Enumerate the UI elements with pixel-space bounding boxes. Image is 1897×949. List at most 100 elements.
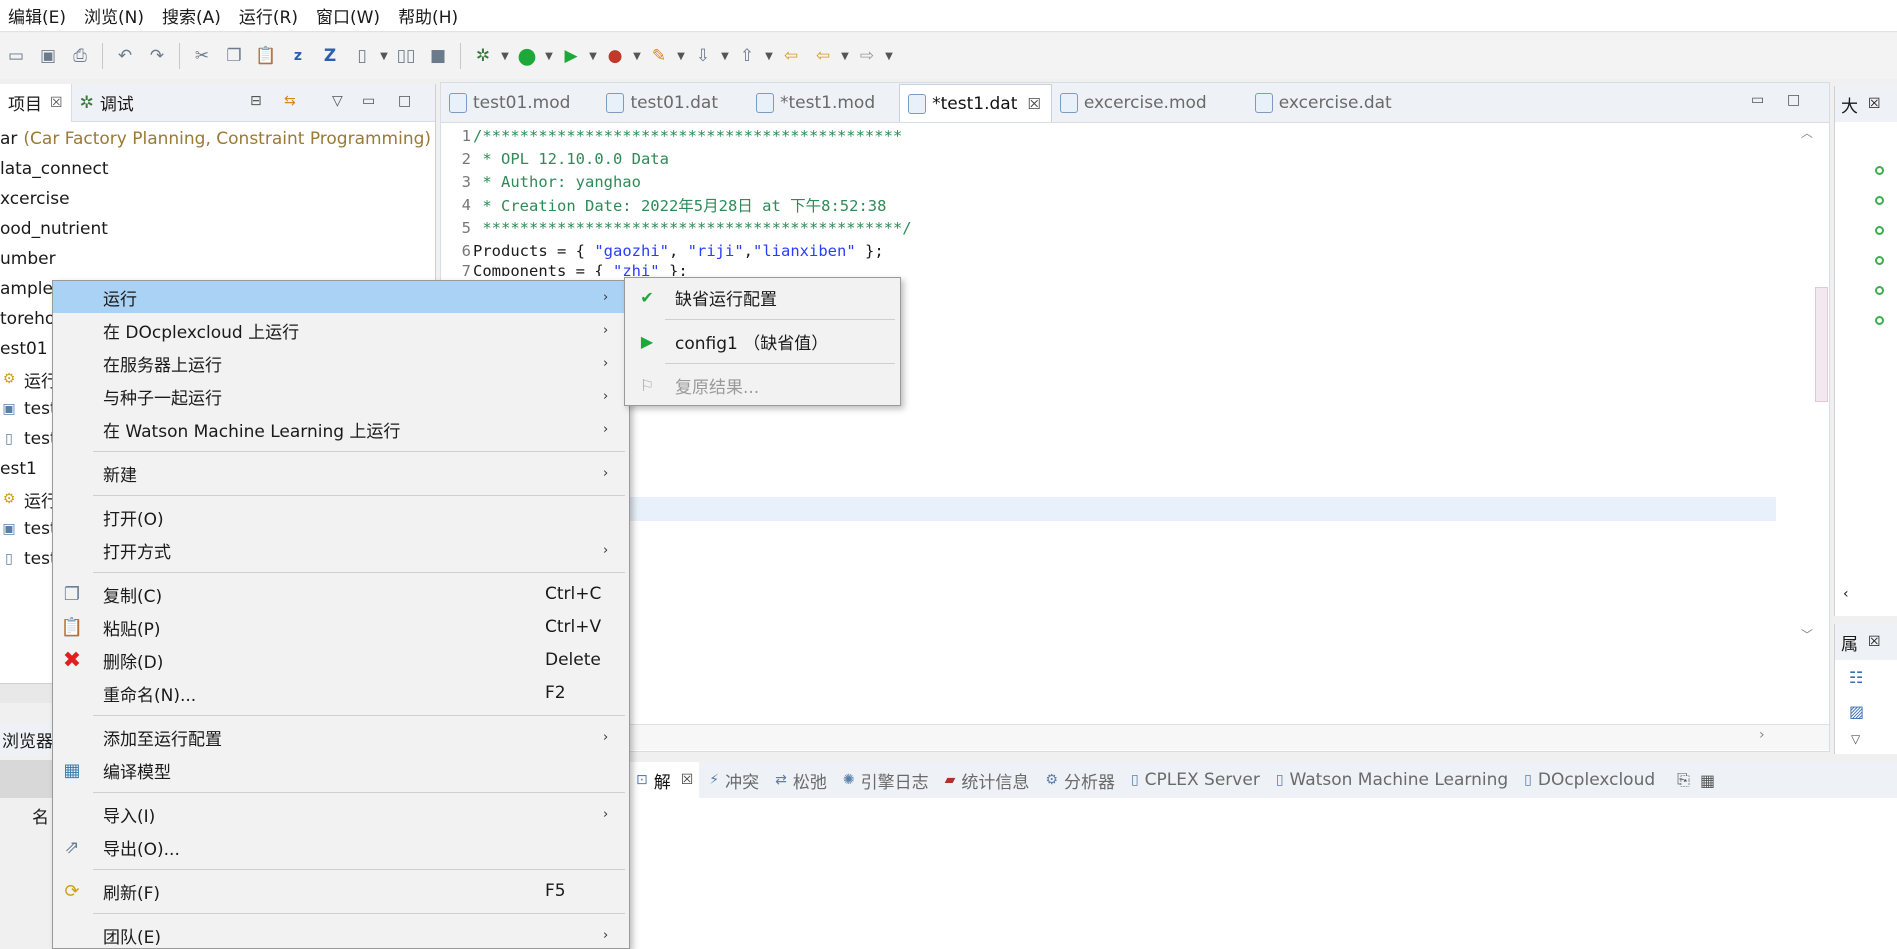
tab-projects[interactable]: 项目 ☒ xyxy=(0,83,72,122)
chevron-down-icon[interactable]: ▼ xyxy=(839,51,851,62)
tab-test01-mod[interactable]: test01.mod xyxy=(441,84,580,122)
menu-search[interactable]: 搜索(A) xyxy=(153,3,230,28)
outline-panel-title[interactable]: 大 ☒ xyxy=(1835,86,1897,122)
tab-test1-mod[interactable]: *test1.mod xyxy=(748,84,885,122)
close-icon[interactable]: ☒ xyxy=(1868,634,1881,650)
tree-item[interactable]: lata_connect xyxy=(0,154,435,184)
chevron-down-icon[interactable]: ▼ xyxy=(587,51,599,62)
redo-icon[interactable]: ↷ xyxy=(145,44,169,68)
menu-item-refresh[interactable]: ⟳ 刷新(F) F5 xyxy=(53,875,629,907)
properties-panel-title[interactable]: 属 ☒ xyxy=(1835,624,1897,660)
submenu-item-restore-results[interactable]: ⚐ 复原结果... xyxy=(625,369,900,401)
undo-icon[interactable]: ↶ xyxy=(113,44,137,68)
minimize-icon[interactable]: ▭ xyxy=(362,93,375,109)
menu-item-import[interactable]: 导入(I) › xyxy=(53,798,629,830)
save-all-icon[interactable]: ▣ xyxy=(36,44,60,68)
menu-item-compile-model[interactable]: ▦ 编译模型 xyxy=(53,754,629,786)
scroll-up-icon[interactable]: ︿ xyxy=(1801,124,1813,141)
split-icon[interactable]: ▯▯ xyxy=(394,44,418,68)
tab-engine-log[interactable]: ✺ 引擎日志 xyxy=(833,762,935,798)
outline-item-icon[interactable] xyxy=(1875,226,1884,235)
chevron-down-icon[interactable]: ▼ xyxy=(499,51,511,62)
pin-icon[interactable]: ▨ xyxy=(1849,702,1864,721)
outline-item-icon[interactable] xyxy=(1875,316,1884,325)
stop-icon[interactable]: ■ xyxy=(426,44,450,68)
tab-watson-ml[interactable]: ▯ Watson Machine Learning xyxy=(1266,762,1514,798)
tab-debug[interactable]: ✲ 调试 xyxy=(72,84,142,122)
categories-icon[interactable]: ☷ xyxy=(1849,668,1863,687)
print-icon[interactable]: ⎙ xyxy=(68,44,92,68)
menu-item-run[interactable]: 运行 › xyxy=(53,281,629,313)
browser-panel-title[interactable]: 浏览器 xyxy=(0,723,60,755)
chevron-down-icon[interactable]: ▼ xyxy=(763,51,775,62)
close-icon[interactable]: ☒ xyxy=(1868,96,1881,112)
copy-icon[interactable]: ❐ xyxy=(222,44,246,68)
last-edit-icon[interactable]: ⇦ xyxy=(779,44,803,68)
chevron-down-icon[interactable]: ▼ xyxy=(675,51,687,62)
tab-excercise-dat[interactable]: excercise.dat xyxy=(1247,84,1402,122)
next-annotation-icon[interactable]: ⇩ xyxy=(691,44,715,68)
outline-item-icon[interactable] xyxy=(1875,196,1884,205)
back-icon[interactable]: ⇦ xyxy=(811,44,835,68)
menu-item-copy[interactable]: ❐ 复制(C) Ctrl+C xyxy=(53,578,629,610)
chevron-down-icon[interactable]: ▼ xyxy=(883,51,895,62)
close-icon[interactable]: ☒ xyxy=(681,772,694,788)
close-icon[interactable]: ☒ xyxy=(1027,95,1040,113)
tab-relaxations[interactable]: ⇄ 松弛 xyxy=(765,762,833,798)
outline-item-icon[interactable] xyxy=(1875,166,1884,175)
link-editor-icon[interactable]: ⇆ xyxy=(284,93,296,109)
horizontal-scrollbar[interactable]: › xyxy=(441,724,1829,750)
menu-item-add-run-config[interactable]: 添加至运行配置 › xyxy=(53,721,629,753)
save-icon[interactable]: ▭ xyxy=(4,44,28,68)
external-tools-icon[interactable]: ● xyxy=(603,44,627,68)
layout-icon[interactable]: ▦ xyxy=(1700,771,1715,790)
menu-item-open-with[interactable]: 打开方式 › xyxy=(53,534,629,566)
code-area[interactable]: 1/**************************************… xyxy=(441,124,1781,704)
tree-item[interactable]: ood_nutrient xyxy=(0,214,435,244)
tree-item[interactable]: ar (Car Factory Planning, Constraint Pro… xyxy=(0,124,435,154)
forward-icon[interactable]: ⇨ xyxy=(855,44,879,68)
menu-item-run-docplexcloud[interactable]: 在 DOcplexcloud 上运行 › xyxy=(53,314,629,346)
tab-docplexcloud[interactable]: ▯ DOcplexcloud xyxy=(1514,762,1661,798)
paste-icon[interactable]: 📋 xyxy=(254,44,278,68)
menu-navigate[interactable]: 浏览(N) xyxy=(75,3,153,28)
menu-item-new[interactable]: 新建 › xyxy=(53,457,629,489)
wand-icon[interactable]: ✎ xyxy=(647,44,671,68)
outline-item-icon[interactable] xyxy=(1875,256,1884,265)
new-project-icon[interactable]: ▯ xyxy=(350,44,374,68)
zoom-out-icon[interactable]: Z xyxy=(318,44,342,68)
cut-icon[interactable]: ✂ xyxy=(190,44,214,68)
tab-cplex-server[interactable]: ▯ CPLEX Server xyxy=(1121,762,1266,798)
submenu-item-config1[interactable]: ▶ config1 （缺省值） xyxy=(625,325,900,357)
menu-window[interactable]: 窗口(W) xyxy=(307,3,389,28)
maximize-icon[interactable]: □ xyxy=(398,93,411,109)
menu-item-run-seed[interactable]: 与种子一起运行 › xyxy=(53,380,629,412)
tab-profiler[interactable]: ⚙ 分析器 xyxy=(1035,762,1121,798)
scroll-down-icon[interactable]: ﹀ xyxy=(1801,626,1813,643)
menu-item-run-server[interactable]: 在服务器上运行 › xyxy=(53,347,629,379)
tree-item[interactable]: xcercise xyxy=(0,184,435,214)
scroll-right-icon[interactable]: › xyxy=(1759,727,1765,743)
menu-run[interactable]: 运行(R) xyxy=(230,3,307,28)
minimize-icon[interactable]: ▭ xyxy=(1751,92,1764,108)
menu-item-team[interactable]: 团队(E) › xyxy=(53,919,629,949)
menu-edit[interactable]: 编辑(E) xyxy=(0,3,75,28)
menu-item-export[interactable]: ⇗ 导出(O)... xyxy=(53,831,629,863)
tab-conflicts[interactable]: ⚡ 冲突 xyxy=(699,762,765,798)
chevron-down-icon[interactable]: ▼ xyxy=(378,51,390,62)
tab-test1-dat[interactable]: *test1.dat ☒ xyxy=(899,84,1052,122)
vertical-scrollbar[interactable]: ︿ ﹀ xyxy=(1781,124,1829,724)
tab-solutions[interactable]: ⊡ 解 ☒ xyxy=(626,762,700,798)
menu-item-paste[interactable]: 📋 粘贴(P) Ctrl+V xyxy=(53,611,629,643)
zoom-in-icon[interactable]: z xyxy=(286,44,310,68)
menu-item-delete[interactable]: ✖ 删除(D) Delete xyxy=(53,644,629,676)
tab-excercise-mod[interactable]: excercise.mod xyxy=(1052,84,1217,122)
export-icon[interactable]: ⎘ xyxy=(1677,770,1690,790)
run-config-icon[interactable]: ▶ xyxy=(559,44,583,68)
view-menu-icon[interactable]: ▽ xyxy=(1851,732,1860,746)
chevron-down-icon[interactable]: ▼ xyxy=(719,51,731,62)
menu-item-rename[interactable]: 重命名(N)... F2 xyxy=(53,677,629,709)
maximize-icon[interactable]: □ xyxy=(1787,92,1800,108)
tab-test01-dat[interactable]: test01.dat xyxy=(598,84,728,122)
prev-annotation-icon[interactable]: ⇧ xyxy=(735,44,759,68)
